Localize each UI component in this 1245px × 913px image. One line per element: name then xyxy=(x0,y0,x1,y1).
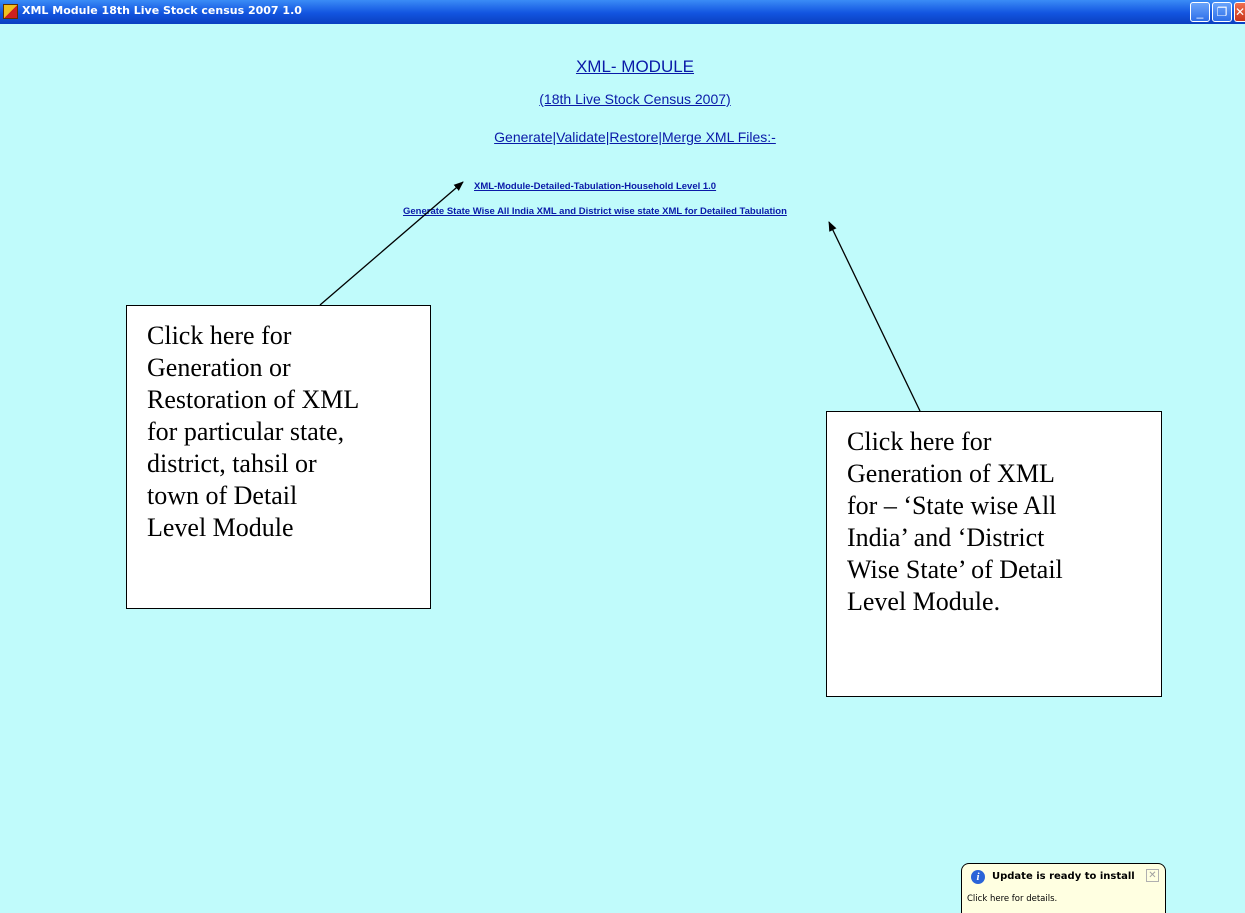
minimize-button[interactable]: _ xyxy=(1190,2,1210,22)
close-icon: ✕ xyxy=(1235,5,1245,19)
app-icon[interactable] xyxy=(3,4,18,19)
title-bar[interactable]: XML Module 18th Live Stock census 2007 1… xyxy=(0,0,1245,24)
state-wise-xml-link[interactable]: Generate State Wise All India XML and Di… xyxy=(403,206,787,217)
close-button[interactable]: ✕ xyxy=(1234,2,1245,22)
heading-link[interactable]: XML- MODULE xyxy=(0,57,1245,77)
notification-title: Update is ready to install xyxy=(992,871,1135,882)
notification-close-button[interactable]: ✕ xyxy=(1146,869,1159,882)
restore-button[interactable]: ❐ xyxy=(1212,2,1232,22)
callout-right: Click here for Generation of XML for – ‘… xyxy=(826,411,1162,697)
actions-link[interactable]: Generate|Validate|Restore|Merge XML File… xyxy=(0,129,1245,145)
info-icon: i xyxy=(971,870,985,884)
callout-left: Click here for Generation or Restoration… xyxy=(126,305,431,609)
update-notification[interactable]: i Update is ready to install ✕ Click her… xyxy=(961,863,1166,913)
subheading-link[interactable]: (18th Live Stock Census 2007) xyxy=(0,91,1245,107)
window-title: XML Module 18th Live Stock census 2007 1… xyxy=(22,4,302,17)
household-level-link[interactable]: XML-Module-Detailed-Tabulation-Household… xyxy=(474,181,716,192)
notification-body[interactable]: Click here for details. xyxy=(967,894,1057,904)
